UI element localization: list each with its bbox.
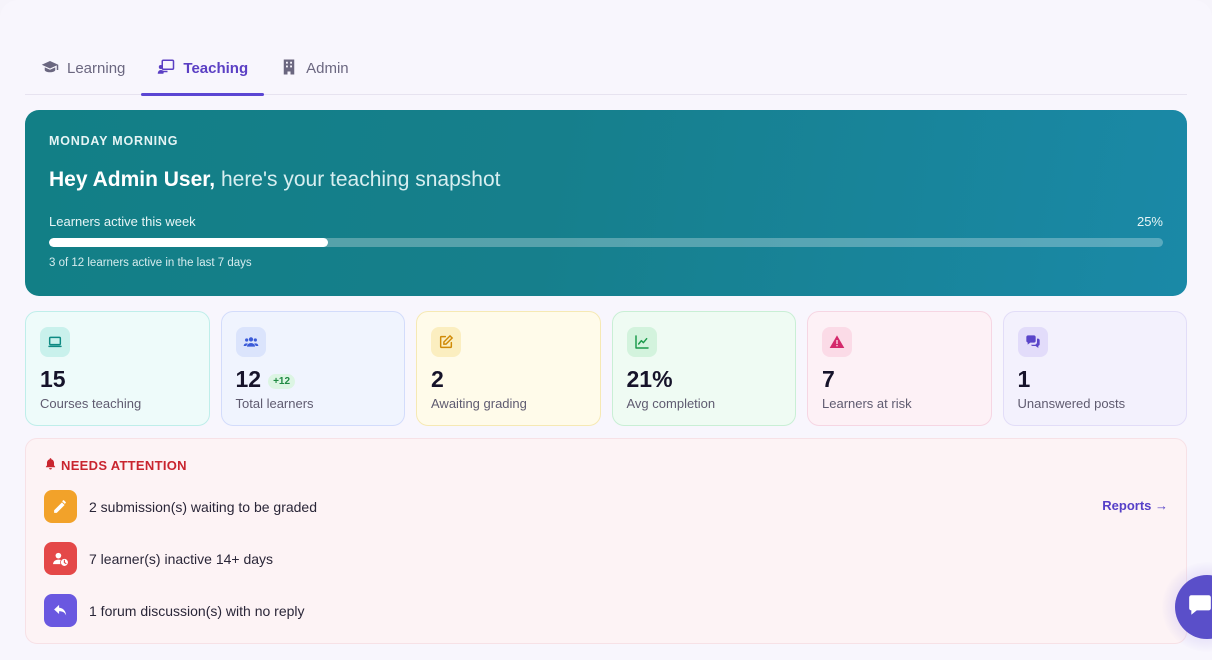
warning-icon	[822, 327, 852, 357]
needs-attention-title: NEEDS ATTENTION	[44, 457, 1168, 473]
stat-label: Learners at risk	[822, 396, 912, 411]
stat-value: 1	[1017, 366, 1031, 392]
progress-bar-fill	[49, 238, 328, 247]
attention-item-text: 7 learner(s) inactive 14+ days	[89, 550, 274, 567]
teaching-snapshot-hero: MONDAY MORNING Hey Admin User, here's yo…	[25, 110, 1187, 296]
building-icon	[280, 58, 298, 80]
attention-item-grading[interactable]: 2 submission(s) waiting to be graded	[44, 490, 317, 523]
progress-bar	[49, 238, 1163, 247]
laptop-icon	[40, 327, 70, 357]
stat-value: 2	[431, 366, 444, 392]
stat-card-at-risk[interactable]: 7 Learners at risk	[807, 311, 992, 426]
chat-bubbles-icon	[1017, 327, 1048, 357]
stat-cards: 15 Courses teaching 12 +12 Total learners…	[25, 311, 1187, 426]
stat-card-grading[interactable]: 2 Awaiting grading	[416, 311, 601, 426]
needs-attention-panel: NEEDS ATTENTION Reports → 2 submission(s…	[25, 438, 1187, 644]
attention-item-inactive[interactable]: 7 learner(s) inactive 14+ days	[44, 542, 273, 575]
progress-header: Learners active this week 25%	[49, 214, 1163, 229]
tab-label: Admin	[306, 60, 349, 77]
dashboard-page: Learning Teaching Admin MONDAY MORNING H…	[0, 0, 1212, 660]
hero-eyebrow: MONDAY MORNING	[49, 134, 179, 148]
teacher-board-icon	[157, 58, 175, 80]
stat-card-courses[interactable]: 15 Courses teaching	[25, 311, 210, 426]
stat-value: 21%	[626, 366, 673, 392]
stat-card-completion[interactable]: 21% Avg completion	[611, 311, 796, 426]
stat-delta-badge: +12	[268, 373, 296, 389]
hero-title: Hey Admin User, here's your teaching sna…	[49, 168, 1163, 192]
attention-item-text: 2 submission(s) waiting to be graded	[89, 498, 318, 515]
hero-greeting-name: Hey Admin User,	[49, 168, 216, 191]
pencil-icon	[44, 490, 77, 523]
user-clock-icon	[44, 542, 77, 575]
reply-icon	[44, 594, 77, 627]
tab-label: Teaching	[183, 60, 249, 77]
stat-card-posts[interactable]: 1 Unanswered posts	[1002, 311, 1187, 426]
attention-item-forum[interactable]: 1 forum discussion(s) with no reply	[44, 594, 305, 627]
graduation-cap-icon	[41, 58, 59, 80]
edit-icon	[431, 327, 461, 357]
tab-admin[interactable]: Admin	[264, 42, 365, 95]
users-icon	[235, 327, 266, 357]
stat-value: 15	[40, 366, 66, 392]
chat-bubble-icon	[1187, 592, 1212, 623]
stat-label: Courses teaching	[40, 396, 142, 411]
bell-icon	[44, 457, 57, 473]
hero-greeting-rest: here's your teaching snapshot	[215, 168, 501, 191]
stat-label: Avg completion	[626, 396, 716, 411]
tab-label: Learning	[67, 60, 126, 77]
stat-value: 7	[822, 366, 835, 392]
stat-label: Total learners	[235, 396, 314, 411]
stat-card-learners[interactable]: 12 +12 Total learners	[220, 311, 405, 426]
dashboard-tabs: Learning Teaching Admin	[25, 42, 1187, 96]
progress-note: 3 of 12 learners active in the last 7 da…	[49, 257, 252, 269]
stat-label: Awaiting grading	[431, 396, 527, 411]
chart-line-icon	[626, 327, 657, 357]
tab-learning[interactable]: Learning	[25, 42, 141, 95]
stat-label: Unanswered posts	[1017, 396, 1126, 411]
attention-item-text: 1 forum discussion(s) with no reply	[89, 602, 305, 619]
tab-teaching[interactable]: Teaching	[141, 42, 264, 96]
progress-percent: 25%	[1136, 214, 1163, 229]
progress-label: Learners active this week	[49, 214, 196, 229]
stat-value: 12 +12	[236, 366, 391, 393]
reports-link[interactable]: Reports →	[1102, 498, 1168, 513]
